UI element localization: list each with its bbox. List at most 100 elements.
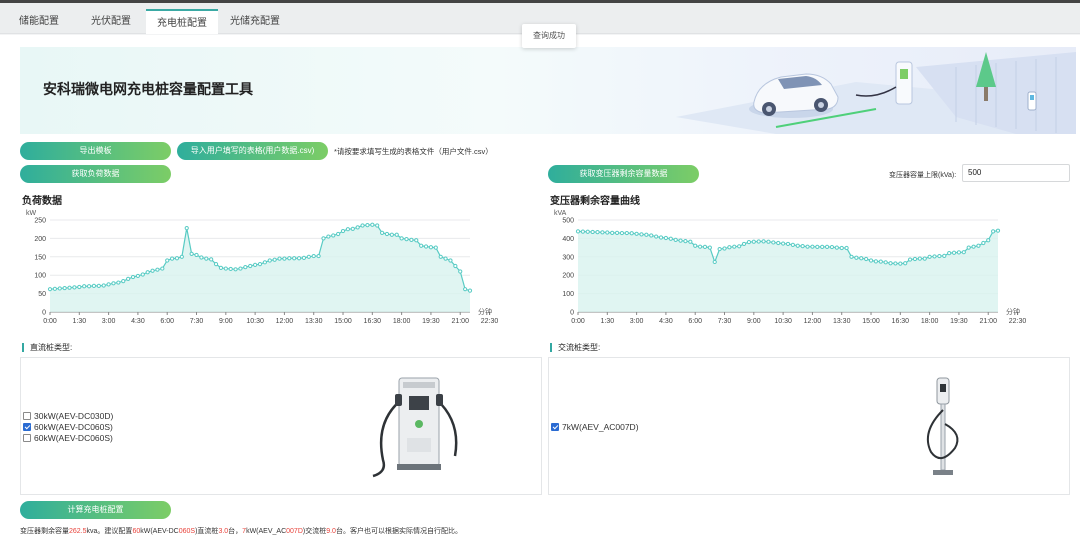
- data-point: [384, 231, 390, 237]
- data-point: [91, 283, 97, 288]
- data-point: [893, 261, 898, 266]
- data-point: [575, 229, 581, 234]
- option-label: 30kW(AEV-DC030D): [34, 411, 114, 421]
- checkbox[interactable]: [23, 412, 31, 420]
- data-point: [932, 254, 937, 259]
- data-point: [82, 284, 87, 289]
- data-point: [301, 255, 307, 261]
- data-point: [218, 265, 224, 270]
- data-point: [409, 237, 414, 242]
- data-point: [917, 256, 922, 261]
- data-point: [702, 244, 708, 249]
- data-point: [467, 288, 473, 293]
- import-user-table-button[interactable]: 导入用户填写的表格(用户数据.csv): [177, 142, 328, 160]
- data-point: [199, 255, 204, 260]
- ac-charger-panel: 7kW(AEV_AC007D): [548, 357, 1070, 495]
- dc-option-60kw-b[interactable]: 60kW(AEV-DC060S): [23, 433, 113, 443]
- data-point: [600, 230, 605, 235]
- data-point: [111, 281, 116, 286]
- checkbox[interactable]: [551, 423, 559, 431]
- data-point: [155, 267, 160, 272]
- data-point: [995, 228, 1001, 233]
- option-label: 60kW(AEV-DC060S): [34, 422, 113, 432]
- data-point: [448, 258, 453, 263]
- x-tick-label: 13:30: [833, 318, 851, 325]
- data-point: [839, 245, 844, 251]
- data-point: [766, 239, 771, 244]
- data-point: [776, 240, 781, 246]
- data-point: [898, 261, 903, 266]
- data-point: [981, 240, 986, 246]
- data-point: [135, 273, 141, 279]
- data-point: [414, 238, 419, 243]
- data-point: [947, 251, 952, 256]
- ac-option-7kw[interactable]: 7kW(AEV_AC007D): [551, 422, 639, 432]
- dc-option-60kw-a[interactable]: 60kW(AEV-DC060S): [23, 422, 113, 432]
- calculate-config-button[interactable]: 计算充电桩配置: [20, 501, 171, 519]
- data-point: [654, 234, 659, 239]
- checkbox[interactable]: [23, 434, 31, 442]
- x-tick-label: 19:30: [422, 318, 440, 325]
- transformer-capacity-input[interactable]: 500: [962, 164, 1070, 182]
- x-tick-label: 0:00: [571, 318, 585, 325]
- data-point: [800, 244, 805, 249]
- data-point: [238, 266, 243, 271]
- data-point: [340, 228, 346, 234]
- data-point: [292, 256, 297, 261]
- data-point: [991, 229, 996, 234]
- data-point: [683, 239, 688, 244]
- data-point: [223, 266, 228, 271]
- option-label: 7kW(AEV_AC007D): [562, 422, 639, 432]
- data-point: [820, 244, 825, 249]
- data-point: [121, 278, 126, 284]
- get-transformer-data-button[interactable]: 获取变压器剩余容量数据: [548, 165, 699, 183]
- y-tick-label: 250: [34, 218, 46, 225]
- data-point: [399, 236, 404, 241]
- tab-pv-config[interactable]: 光伏配置: [82, 9, 140, 34]
- x-tick-label: 7:30: [718, 318, 732, 325]
- data-point: [174, 256, 180, 261]
- data-point: [961, 250, 966, 255]
- dc-option-30kw[interactable]: 30kW(AEV-DC030D): [23, 411, 113, 421]
- data-point: [160, 266, 165, 271]
- tab-charger-config[interactable]: 充电桩配置: [146, 9, 218, 34]
- data-point: [326, 234, 331, 239]
- data-point: [971, 244, 976, 249]
- data-point: [610, 230, 615, 235]
- x-tick-label: 16:30: [892, 318, 910, 325]
- data-point: [169, 256, 175, 261]
- export-template-button[interactable]: 导出模板: [20, 142, 171, 160]
- x-tick-label: 6:00: [160, 318, 174, 325]
- data-point: [228, 266, 233, 272]
- data-point: [370, 222, 375, 227]
- data-point: [849, 254, 854, 259]
- ev-charging-illustration: [676, 52, 1076, 134]
- data-point: [756, 239, 761, 244]
- data-point: [433, 245, 438, 250]
- tab-pv-storage-charge-config[interactable]: 光储充配置: [224, 9, 286, 34]
- data-point: [233, 267, 238, 272]
- data-point: [629, 231, 634, 236]
- data-point: [184, 225, 189, 231]
- data-point: [614, 230, 620, 235]
- checkbox[interactable]: [23, 423, 31, 431]
- data-point: [878, 259, 883, 264]
- x-tick-label: 18:00: [393, 318, 411, 325]
- data-point: [296, 256, 302, 261]
- data-point: [375, 223, 380, 228]
- data-point: [194, 252, 199, 258]
- data-point: [644, 232, 649, 237]
- data-point: [771, 240, 776, 245]
- data-point: [707, 245, 712, 250]
- data-point: [624, 230, 629, 236]
- y-tick-label: 0: [42, 310, 46, 317]
- y-tick-label: 150: [34, 254, 46, 261]
- x-tick-label: 4:30: [131, 318, 145, 325]
- tab-storage-config[interactable]: 储能配置: [10, 9, 68, 34]
- data-point: [204, 256, 209, 261]
- data-point: [795, 243, 800, 248]
- data-point: [815, 244, 820, 249]
- x-tick-label: 1:30: [600, 318, 614, 325]
- get-load-data-button[interactable]: 获取负荷数据: [20, 165, 171, 183]
- data-point: [966, 245, 971, 250]
